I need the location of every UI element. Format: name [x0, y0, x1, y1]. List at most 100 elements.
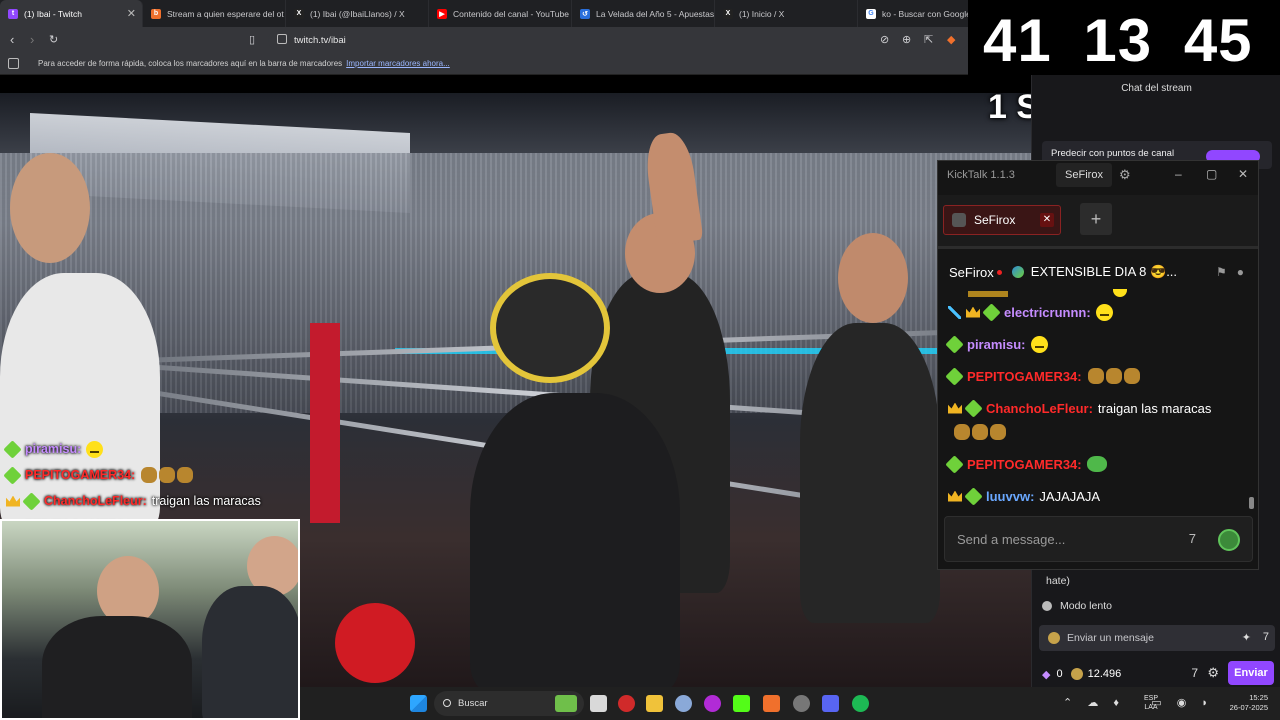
snipping-tool-icon[interactable]: [590, 695, 607, 712]
site-info-icon[interactable]: [277, 34, 287, 44]
channel-name: SeFirox: [949, 264, 994, 280]
settings-gear-icon[interactable]: ⚙: [1119, 167, 1131, 183]
tab-favicon-icon: b: [151, 8, 161, 19]
emote-picker-icon[interactable]: [1218, 529, 1240, 551]
close-icon[interactable]: ✕: [1238, 167, 1248, 181]
coach-right: [800, 323, 940, 623]
close-tab-icon[interactable]: ✕: [127, 7, 136, 20]
close-tab-icon[interactable]: ✕: [1040, 213, 1054, 227]
channel-points-icon[interactable]: [1070, 668, 1083, 680]
send-button[interactable]: Enviar: [1228, 661, 1274, 685]
app-icon[interactable]: [675, 695, 692, 712]
crown-badge-icon: [948, 402, 962, 414]
info-icon: [1042, 601, 1052, 611]
start-icon[interactable]: [410, 695, 427, 712]
reload-icon[interactable]: ↻: [49, 33, 58, 46]
chat-username[interactable]: PEPITOGAMER34:: [967, 457, 1082, 472]
kicktalk-message-input[interactable]: Send a message... 7: [944, 516, 1253, 562]
bits-icon[interactable]: ◆: [1042, 668, 1050, 681]
add-tab-button[interactable]: +: [1080, 203, 1112, 235]
stream-title: EXTENSIBLE DIA 8 😎...: [1030, 264, 1178, 279]
discord-icon[interactable]: [822, 695, 839, 712]
apps-grid-icon[interactable]: [8, 58, 19, 69]
settings-gear-icon[interactable]: ⚙: [1207, 665, 1219, 681]
chat-username[interactable]: ChanchoLeFleur:: [986, 401, 1093, 416]
brave-shield-icon[interactable]: ◆: [947, 33, 955, 46]
tab-favicon-icon: t: [8, 8, 18, 19]
coach-right-head: [838, 233, 908, 323]
gem-badge-icon: [3, 465, 22, 485]
chat-username[interactable]: piramisu:: [967, 337, 1026, 352]
spotify-icon[interactable]: [852, 695, 869, 712]
frog-emote-icon: [1086, 456, 1107, 472]
seventv-icon[interactable]: 7: [1191, 666, 1198, 680]
channel-points-count: 12.496: [1087, 668, 1122, 680]
chat-username[interactable]: piramisu:: [25, 442, 81, 456]
tab-title: (1) Ibai (@IbaiLlanos) / X: [310, 8, 405, 19]
chat-username[interactable]: luuvvw:: [986, 489, 1034, 504]
tab-title: Contenido del canal - YouTube: [453, 8, 569, 19]
bits-count: 0: [1056, 668, 1063, 680]
opera-gx-icon[interactable]: [618, 695, 635, 712]
brave-icon[interactable]: [763, 695, 780, 712]
forward-icon[interactable]: ›: [30, 32, 34, 47]
crown-badge-icon: [948, 490, 962, 502]
gem-badge-icon: [22, 491, 41, 511]
share-icon[interactable]: ⇱: [924, 33, 933, 46]
chat-message-text: JAJAJAJA: [1039, 488, 1101, 504]
chat-username[interactable]: PEPITOGAMER34:: [967, 369, 1082, 384]
kicktalk-tab-strip: SeFirox ✕ +: [938, 195, 1258, 249]
chat-username[interactable]: PEPITOGAMER34:: [25, 468, 135, 482]
capcut-icon[interactable]: [704, 695, 721, 712]
streamer-1: [42, 616, 192, 718]
chat-message-text: traigan las maracas: [1097, 400, 1212, 416]
file-explorer-icon[interactable]: [646, 695, 663, 712]
browser-tab[interactable]: b Stream a quien esperare del ot: [143, 0, 286, 27]
prediction-text: Predecir con puntos de canal: [1051, 148, 1175, 159]
tray-icons[interactable]: ⌃ ☁ ♦: [1063, 696, 1125, 709]
kicktalk-channel-tab[interactable]: SeFirox ✕: [943, 205, 1061, 235]
import-bookmarks-link[interactable]: Importar marcadores ahora...: [346, 59, 450, 68]
chat-message: PEPITOGAMER34:: [3, 464, 296, 486]
scrollbar-thumb[interactable]: [1249, 497, 1254, 509]
header-icons[interactable]: ⚑ ●: [1216, 265, 1244, 279]
emote-picker-icon[interactable]: [1048, 632, 1060, 644]
account-button[interactable]: SeFirox: [1056, 163, 1112, 187]
browser-tab[interactable]: X (1) Ibai (@IbaiLlanos) / X: [286, 0, 429, 27]
minimize-icon[interactable]: –: [1175, 167, 1182, 181]
address-bar[interactable]: twitch.tv/ibai: [268, 30, 968, 50]
slow-mode-label: Modo lento: [1060, 600, 1112, 612]
crown-badge-icon: [966, 306, 980, 318]
back-icon[interactable]: ‹: [10, 32, 14, 47]
taskbar-search-label: Buscar: [458, 698, 488, 709]
browser-tab[interactable]: X (1) Inicio / X: [715, 0, 858, 27]
twitch-chat-input[interactable]: Enviar un mensaje ✦ 7: [1039, 625, 1275, 651]
seventv-icon[interactable]: 7: [1263, 631, 1269, 643]
monkey-emote-icon: [952, 424, 1006, 440]
chat-username[interactable]: ChanchoLeFleur:: [44, 494, 147, 508]
windows-taskbar: Buscar ⌃ ☁ ♦ ESP LAA ▭ ◉ ◗ 15:25 26-07-2…: [300, 687, 1280, 720]
zoom-icon[interactable]: ⊕: [902, 33, 911, 46]
network-volume-icons[interactable]: ▭ ◉ ◗: [1151, 696, 1214, 709]
smile-emote-icon: [86, 440, 104, 458]
chrome-icon[interactable]: [793, 695, 810, 712]
search-icon: [443, 699, 451, 707]
tab-title: (1) Ibai - Twitch: [24, 8, 82, 19]
browser-tab[interactable]: ↺ La Velada del Año 5 - Apuestas: [572, 0, 715, 27]
tracking-off-icon[interactable]: ⊘: [880, 33, 889, 46]
tab-favicon-icon: ▶: [437, 8, 447, 19]
chat-message: PEPITOGAMER34:: [945, 453, 1250, 475]
bookmarks-hint: Para acceder de forma rápida, coloca los…: [38, 59, 343, 68]
tab-favicon-icon: ↺: [580, 8, 590, 19]
kick-icon[interactable]: [733, 695, 750, 712]
extension-icon[interactable]: ✦: [1242, 631, 1251, 644]
bookmark-icon[interactable]: ▯: [249, 33, 255, 46]
clock[interactable]: 15:25 26-07-2025: [1230, 693, 1268, 713]
maximize-icon[interactable]: ▢: [1206, 167, 1217, 181]
chat-username[interactable]: electricrunnn:: [1004, 305, 1091, 320]
seventv-icon[interactable]: 7: [1189, 531, 1196, 546]
browser-tab[interactable]: ▶ Contenido del canal - YouTube: [429, 0, 572, 27]
gem-badge-icon: [982, 302, 1001, 322]
browser-tab[interactable]: t (1) Ibai - Twitch ✕: [0, 0, 143, 27]
chat-message: luuvvw: JAJAJAJA: [948, 485, 1250, 507]
